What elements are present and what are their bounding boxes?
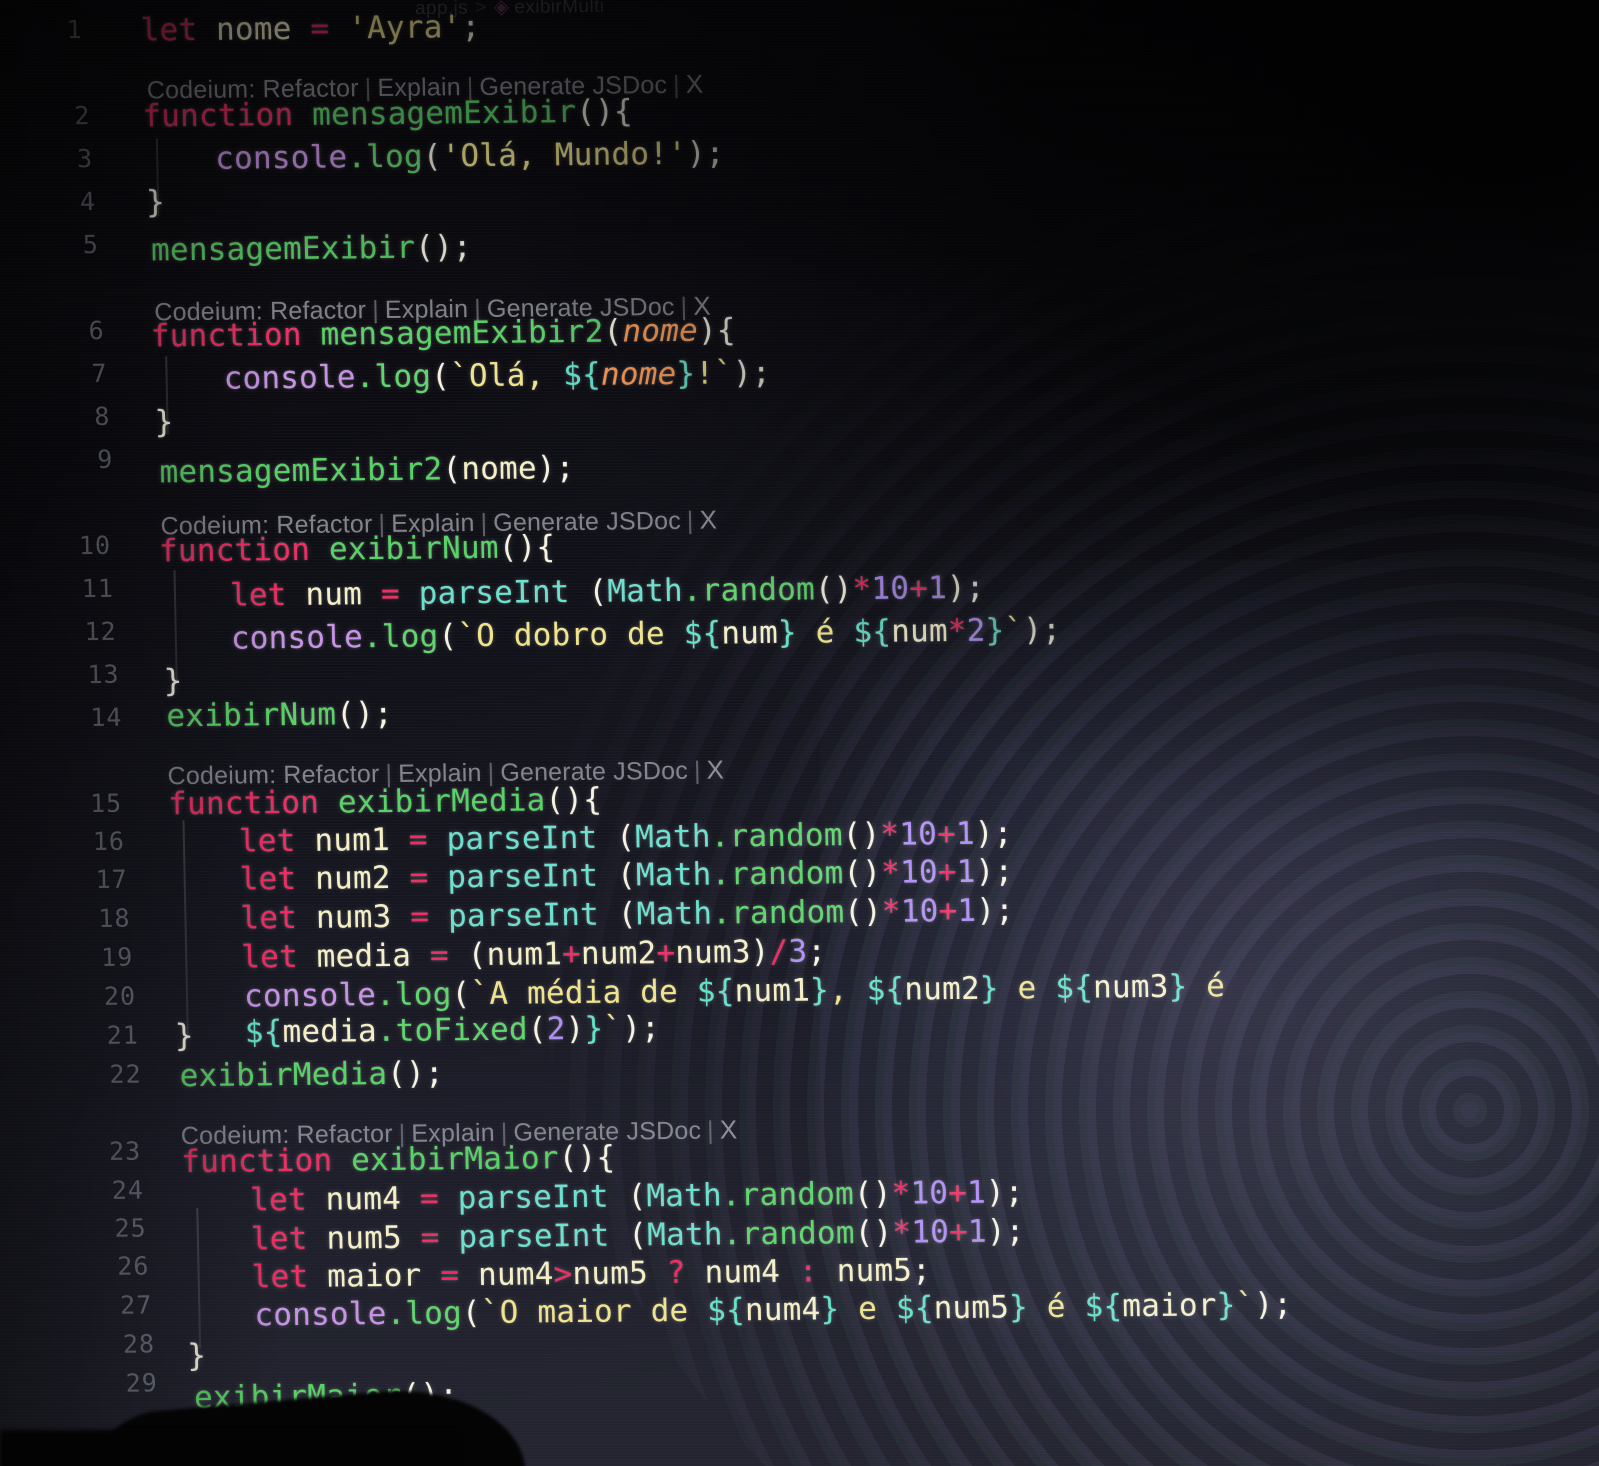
code-line-12[interactable]: console.log(`O dobro de ${num} é ${num*2…: [231, 612, 1062, 657]
line-number: 6: [88, 315, 105, 346]
line-number: 25: [114, 1213, 147, 1243]
code-line-26[interactable]: let maior = num4>num5 ? num4 : num5;: [251, 1252, 931, 1295]
codelens-sep: |: [706, 1116, 715, 1145]
line-number: 15: [89, 788, 123, 819]
line-number: 29: [125, 1368, 159, 1398]
code-line-23[interactable]: function exibirMaior(){: [181, 1140, 616, 1181]
codelens-sep: |: [693, 756, 701, 785]
line-number: 8: [94, 401, 111, 432]
line-number: 21: [106, 1020, 140, 1050]
line-number: 18: [98, 903, 131, 933]
code-line-1[interactable]: let nome = 'Ayra';: [140, 9, 480, 49]
line-number: 28: [122, 1329, 156, 1359]
line-number: 10: [78, 530, 112, 561]
indent-guide: [196, 1207, 202, 1348]
line-number: 17: [95, 864, 128, 895]
code-line-25[interactable]: let num5 = parseInt (Math.random()*10+1)…: [251, 1213, 1025, 1257]
code-line-8[interactable]: }: [154, 404, 174, 440]
line-number: 1: [66, 15, 83, 45]
line-number: 13: [87, 659, 120, 690]
code-line-3[interactable]: console.log('Olá, Mundo!');: [215, 135, 725, 176]
code-line-4[interactable]: }: [146, 184, 166, 220]
codelens-dismiss-icon[interactable]: X: [720, 1114, 738, 1144]
line-number: 12: [84, 616, 117, 647]
code-line-21[interactable]: }: [174, 1018, 194, 1054]
code-line-13[interactable]: }: [163, 663, 183, 699]
code-line-7[interactable]: console.log(`Olá, ${nome}!`);: [223, 355, 771, 397]
code-line-28[interactable]: }: [187, 1338, 207, 1374]
line-number: 27: [119, 1290, 153, 1320]
code-line-2[interactable]: function mensagemExibir(){: [142, 93, 633, 134]
line-number: 16: [92, 826, 126, 857]
line-number: 3: [76, 144, 94, 174]
code-line-20[interactable]: console.log(`A média de ${num1}, ${num2}…: [244, 964, 1599, 1050]
code-line-15[interactable]: function exibirMedia(){: [168, 782, 603, 823]
indent-guide: [182, 820, 189, 1036]
code-line-24[interactable]: let num4 = parseInt (Math.random()*10+1)…: [250, 1174, 1024, 1218]
code-line-18[interactable]: let num3 = parseInt (Math.random()*10+1)…: [240, 892, 1014, 936]
screen-photo: app.js > ◈ exibirMulti 1 2 3 4 5 6 7 8 9 10…: [0, 0, 1599, 1466]
code-line-11[interactable]: let num = parseInt (Math.random()*10+1);: [230, 570, 985, 614]
codelens-dismiss-icon[interactable]: X: [706, 754, 724, 784]
occluding-shadow-base: [0, 1430, 460, 1466]
line-number: 19: [100, 942, 134, 972]
codelens-dismiss-icon[interactable]: X: [699, 504, 717, 534]
code-line-5[interactable]: mensagemExibir();: [151, 229, 472, 268]
code-line-6[interactable]: function mensagemExibir2(nome){: [150, 312, 736, 354]
line-number: 20: [103, 981, 137, 1011]
line-number: 26: [117, 1251, 150, 1281]
code-line-22[interactable]: exibirMedia();: [179, 1055, 444, 1094]
line-number: 2: [73, 101, 91, 131]
line-number: 4: [79, 186, 97, 217]
code-plane: 1 2 3 4 5 6 7 8 9 10 11 12 13 14 15 16 1…: [0, 0, 1599, 1466]
code-line-16[interactable]: let num1 = parseInt (Math.random()*10+1)…: [239, 815, 1013, 859]
line-number: 11: [81, 573, 115, 604]
codelens-dismiss-icon[interactable]: X: [686, 69, 704, 99]
code-line-10[interactable]: function exibirNum(){: [159, 529, 556, 569]
line-number: 5: [82, 229, 100, 260]
line-number: 7: [91, 358, 108, 389]
line-number: 14: [90, 702, 123, 733]
codelens-sep: |: [672, 70, 681, 99]
line-number: 9: [96, 444, 114, 474]
code-line-9[interactable]: mensagemExibir2(nome);: [159, 450, 575, 490]
line-number: 24: [111, 1175, 145, 1205]
code-line-19[interactable]: let media = (num1+num2+num3)/3;: [241, 933, 827, 975]
code-line-14[interactable]: exibirNum();: [166, 696, 393, 734]
codelens-sep: |: [686, 506, 694, 535]
line-number: 23: [108, 1136, 142, 1166]
code-line-17[interactable]: let num2 = parseInt (Math.random()*10+1)…: [239, 853, 1013, 897]
line-number: 22: [109, 1059, 142, 1089]
